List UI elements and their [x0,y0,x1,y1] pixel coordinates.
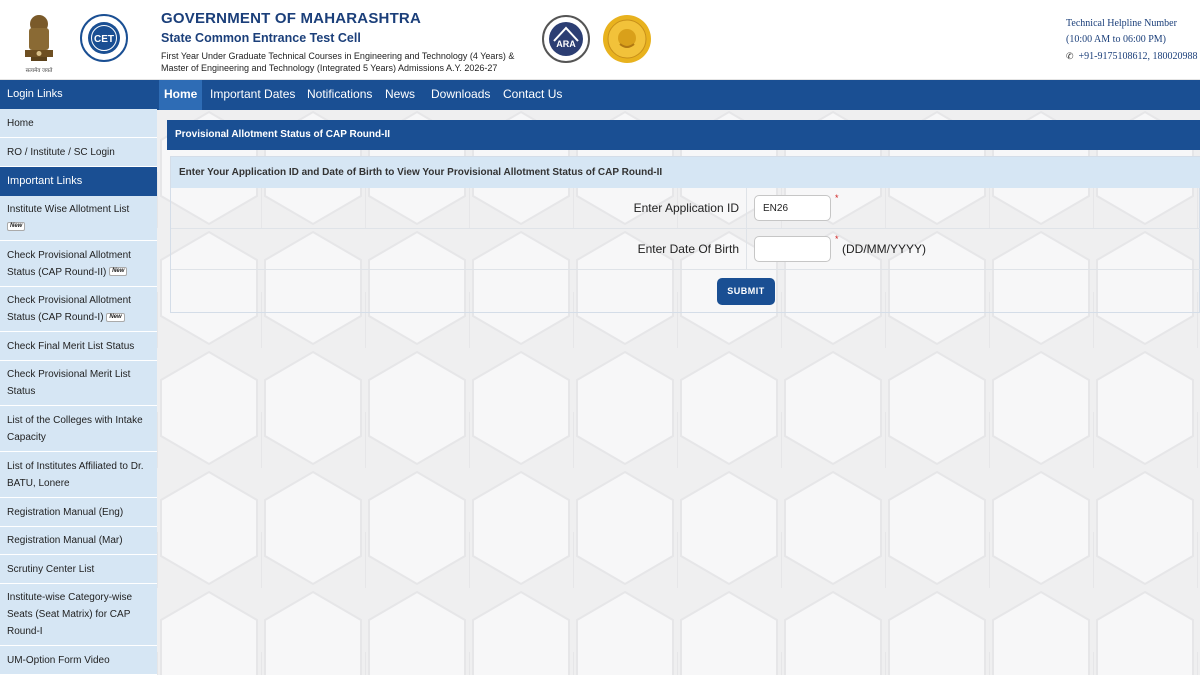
cet-logo-text: CET [94,34,114,45]
dob-row: Enter Date Of Birth * (DD/MM/YYYY) [171,229,1200,270]
application-id-label: Enter Application ID [633,201,739,215]
nav-important-dates[interactable]: Important Dates [210,80,295,110]
new-badge: New [109,267,128,277]
dob-format-hint: (DD/MM/YYYY) [842,242,926,256]
dob-label: Enter Date Of Birth [637,242,739,256]
sidebar-item-check-allotment-round-1[interactable]: Check Provisional Allotment Status (CAP … [0,287,157,332]
required-marker: * [835,193,839,203]
helpline-title: Technical Helpline Number [1066,18,1177,29]
sidebar-item-label: Institute-wise Category-wise Seats (Seat… [7,592,133,637]
sidebar-item-label: UM-Option Form Video [7,654,110,666]
new-badge: New [7,221,26,231]
sidebar-item-manual-eng[interactable]: Registration Manual (Eng) [0,498,157,527]
new-badge: New [106,312,125,322]
phone-icon: ✆ [1066,51,1074,61]
sidebar-item-label: Check Provisional Allotment Status (CAP … [7,295,131,323]
application-id-row: Enter Application ID * [171,188,1200,229]
national-emblem-icon: सत्यमेव जयते [25,15,54,74]
sidebar-item-scrutiny-centers[interactable]: Scrutiny Center List [0,555,157,584]
ara-logo-icon: ARA [542,15,590,63]
sidebar-item-label: Registration Manual (Mar) [7,535,123,546]
sidebar-item-label: Home [7,117,34,129]
sidebar-item-option-form-video[interactable]: UM-Option Form Video [0,646,157,675]
sidebar-item-label: Check Provisional Allotment Status (CAP … [7,249,131,278]
sidebar-item-batu-institutes[interactable]: List of Institutes Affiliated to Dr. BAT… [0,452,157,498]
helpline-hours: (10:00 AM to 06:00 PM) [1066,34,1167,45]
sidebar-item-label: Institute Wise Allotment List [7,204,130,215]
description-line-1: First Year Under Graduate Technical Cour… [161,51,515,61]
form-subtitle: Enter Your Application ID and Date of Bi… [171,157,1200,188]
panel-title: Provisional Allotment Status of CAP Roun… [167,120,1200,150]
sidebar-item-label: Registration Manual (Eng) [7,506,124,518]
row-divider [746,229,747,270]
nav-downloads[interactable]: Downloads [431,80,490,110]
helpline-numbers-row: ✆ +91-9175108612, 180020988 [1066,48,1200,65]
description-line-2: Master of Engineering and Technology (In… [161,63,498,73]
nav-notifications[interactable]: Notifications [307,80,372,110]
login-links-heading-label: Login Links [7,88,63,100]
nav-news[interactable]: News [385,80,415,110]
nav-contact-us[interactable]: Contact Us [503,80,562,110]
sidebar-item-label: RO / Institute / SC Login [7,146,115,158]
sidebar-item-final-merit-list[interactable]: Check Final Merit List Status [0,332,157,361]
sidebar-item-provisional-merit-list[interactable]: Check Provisional Merit List Status [0,361,157,406]
helpline-info: Technical Helpline Number (10:00 AM to 0… [1066,16,1200,65]
dob-input[interactable] [754,236,831,262]
sidebar-item-seat-matrix[interactable]: Institute-wise Category-wise Seats (Seat… [0,584,157,646]
submit-button[interactable]: SUBMIT [717,278,775,305]
header-title-block: GOVERNMENT OF MAHARASHTRA State Common E… [161,10,541,74]
application-id-input[interactable] [754,195,831,221]
site-header: सत्यमेव जयते CET GOVERNMENT OF MAHARASHT… [0,0,1200,80]
sidebar-item-institute-wise-allotment[interactable]: Institute Wise Allotment List New [0,196,157,241]
maharashtra-seal-icon [603,15,651,63]
sidebar-item-label: Check Provisional Merit List Status [7,369,131,397]
login-links-heading: Login Links [0,80,157,114]
required-marker: * [835,234,839,244]
nav-home[interactable]: Home [159,80,203,110]
sidebar-item-ro-login[interactable]: RO / Institute / SC Login [0,138,157,167]
allotment-form: Enter Your Application ID and Date of Bi… [170,156,1200,313]
sidebar: Login Links Home RO / Institute / SC Log… [0,80,157,675]
main-content: Provisional Allotment Status of CAP Roun… [157,110,1200,675]
sidebar-item-check-allotment-round-2[interactable]: Check Provisional Allotment Status (CAP … [0,241,157,287]
header-description: First Year Under Graduate Technical Cour… [161,50,541,74]
sidebar-item-manual-mar[interactable]: Registration Manual (Mar) [0,527,157,555]
cell-title: State Common Entrance Test Cell [161,31,361,45]
emblem-caption: सत्यमेव जयते [26,67,54,74]
sidebar-item-label: Check Final Merit List Status [7,340,135,352]
row-divider [746,188,747,229]
ara-logo-text: ARA [556,39,576,49]
sidebar-item-home[interactable]: Home [0,109,157,138]
sidebar-item-college-intake[interactable]: List of the Colleges with Intake Capacit… [0,406,157,452]
cet-logo-icon: CET [80,14,128,62]
sidebar-item-label: Scrutiny Center List [7,563,95,575]
important-links-heading-label: Important Links [7,175,83,187]
main-navbar: Home Important Dates Notifications News … [157,80,1200,110]
helpline-numbers[interactable]: +91-9175108612, 180020988 [1079,51,1198,62]
important-links-heading: Important Links [0,167,157,201]
sidebar-item-label: List of the Colleges with Intake Capacit… [7,414,143,443]
government-title: GOVERNMENT OF MAHARASHTRA [161,10,421,27]
sidebar-item-label: List of Institutes Affiliated to Dr. BAT… [7,460,144,489]
